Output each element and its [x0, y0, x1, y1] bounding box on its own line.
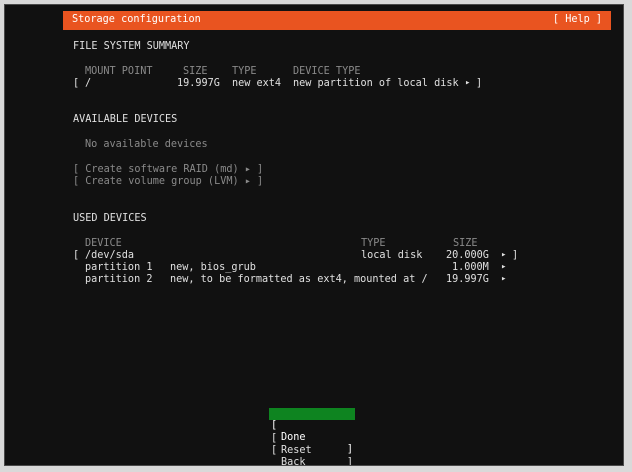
reset-bracket-close: ]	[346, 457, 353, 466]
help-button[interactable]: [ Help ]	[553, 14, 602, 25]
disk-type: local disk	[361, 250, 423, 261]
done-bracket-close: ]	[346, 444, 353, 455]
partition-2-name: partition 2	[85, 274, 153, 285]
installer-screen: Storage configuration [ Help ] FILE SYST…	[4, 4, 624, 466]
partition-2-size: 19.997G	[446, 274, 489, 285]
fs-col-mount-point: MOUNT POINT	[85, 66, 153, 77]
fs-row-type: new ext4	[232, 78, 282, 89]
reset-button[interactable]: [ Reset ]	[269, 421, 355, 465]
create-lvm-button[interactable]: [ Create volume group (LVM) ▸ ]	[73, 175, 263, 188]
disk-close-bracket: ]	[512, 250, 519, 261]
used-heading: USED DEVICES	[73, 213, 147, 224]
fs-row-device-type: new partition of local disk	[293, 78, 459, 89]
no-available-devices: No available devices	[85, 139, 208, 150]
done-button[interactable]: [ Done ]	[269, 408, 355, 455]
back-label: Back	[281, 457, 306, 466]
fs-row-close-bracket: ]	[476, 78, 483, 89]
disk-open-bracket: [	[73, 250, 80, 261]
fs-row-mount: /	[85, 78, 92, 89]
available-heading: AVAILABLE DEVICES	[73, 114, 178, 125]
fs-row-arrow-icon[interactable]: ▸	[465, 77, 470, 90]
back-bracket-open: [	[271, 445, 278, 456]
back-button[interactable]: [ Back ]	[269, 433, 355, 465]
fs-row-open-bracket: [	[73, 78, 80, 89]
fs-summary-heading: FILE SYSTEM SUMMARY	[73, 41, 190, 52]
fs-row-size: 19.997G	[177, 78, 220, 89]
partition-2-arrow-icon[interactable]: ▸	[501, 273, 506, 286]
window-frame: Storage configuration [ Help ] FILE SYST…	[0, 0, 632, 472]
header-bar: Storage configuration [ Help ]	[63, 11, 611, 30]
partition-2-desc: new, to be formatted as ext4, mounted at…	[170, 274, 428, 285]
page-title: Storage configuration	[72, 14, 201, 25]
